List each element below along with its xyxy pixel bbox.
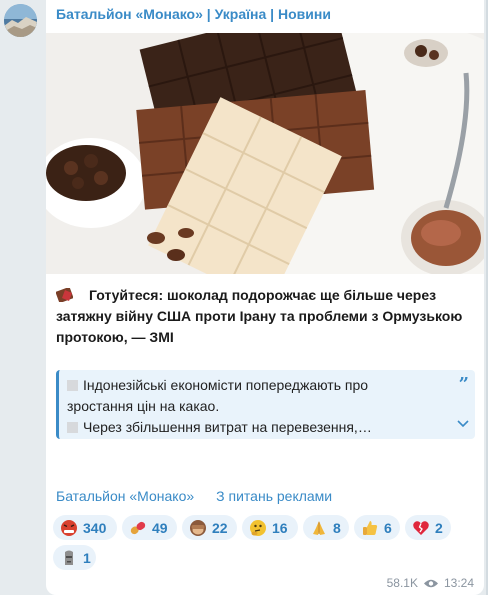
reaction-moai[interactable]: 1	[53, 545, 96, 570]
thinking-face-icon	[250, 519, 266, 536]
reaction-broken-heart[interactable]: 2	[405, 515, 451, 540]
channel-avatar[interactable]	[4, 4, 37, 37]
reaction-pray[interactable]: 8	[303, 515, 349, 540]
post-links: Батальйон «Монако» З питань реклами	[56, 488, 354, 504]
praying-hands-icon	[313, 520, 325, 535]
broken-heart-icon	[413, 520, 429, 535]
post-photo[interactable]	[46, 33, 484, 274]
message-bubble: Батальйон «Монако» | Україна | Новини Го…	[46, 0, 484, 595]
views-count: 58.1K	[386, 576, 418, 590]
post-caption: Готуйтеся: шоколад подорожчає ще більше …	[55, 285, 476, 348]
message-meta: 58.1K 13:24	[387, 576, 474, 590]
reaction-pill[interactable]: 49	[122, 515, 177, 540]
see-no-evil-monkey-icon	[190, 519, 206, 536]
thumbs-up-icon	[363, 520, 378, 535]
chevron-down-icon[interactable]	[457, 415, 469, 433]
reaction-angry[interactable]: 340	[53, 515, 117, 540]
angry-face-icon	[61, 519, 77, 536]
reaction-thinking[interactable]: 16	[242, 515, 298, 540]
quote-block[interactable]: Індонезійські економісти попереджають пр…	[56, 370, 475, 439]
quote-icon: ”	[458, 374, 469, 395]
pill-icon	[130, 521, 146, 534]
quote-line-2: зростання цін на какао.	[67, 398, 220, 414]
eye-icon	[423, 579, 438, 587]
post-time: 13:24	[443, 576, 474, 590]
channel-link[interactable]: Батальйон «Монако»	[56, 488, 194, 504]
channel-title[interactable]: Батальйон «Монако» | Україна | Новини	[56, 6, 331, 22]
moai-icon	[65, 550, 73, 565]
reaction-like[interactable]: 6	[354, 515, 400, 540]
quote-line-1: Індонезійські економісти попереджають пр…	[67, 375, 368, 395]
caption-text: Готуйтеся: шоколад подорожчає ще більше …	[56, 287, 463, 345]
square-bullet-icon	[67, 422, 78, 433]
chocolate-icon	[55, 287, 74, 303]
reaction-monkey[interactable]: 22	[182, 515, 237, 540]
quote-line-3: Через збільшення витрат на перевезення,…	[67, 417, 372, 437]
ads-link[interactable]: З питань реклами	[216, 488, 332, 504]
square-bullet-icon	[67, 380, 78, 391]
